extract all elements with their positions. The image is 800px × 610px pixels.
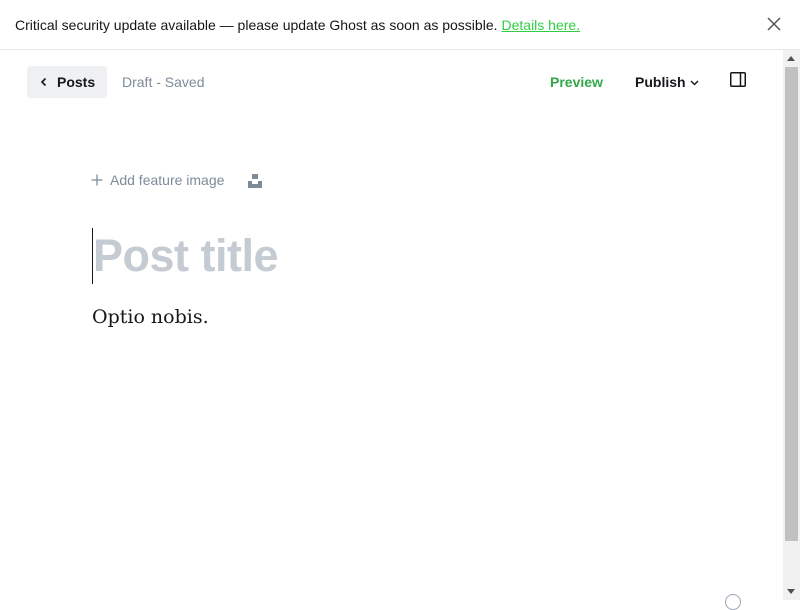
unsplash-icon[interactable] [248, 174, 262, 188]
plus-icon [91, 174, 103, 186]
preview-button[interactable]: Preview [550, 74, 603, 90]
post-title-input[interactable]: Post title [93, 230, 279, 282]
draft-status: Draft - Saved [122, 74, 205, 90]
post-body-editor[interactable]: Optio nobis. [92, 306, 209, 328]
security-alert-banner: Critical security update available — ple… [0, 0, 800, 50]
help-icon[interactable] [725, 594, 741, 610]
scrollbar[interactable] [783, 50, 800, 600]
scroll-down-arrow[interactable] [787, 589, 795, 594]
chevron-down-icon [690, 80, 699, 86]
back-to-posts-button[interactable]: Posts [27, 66, 108, 98]
back-button-label: Posts [57, 74, 96, 90]
publish-menu-button[interactable]: Publish [635, 74, 699, 90]
alert-message: Critical security update available — ple… [15, 16, 498, 33]
feature-image-label: Add feature image [110, 172, 225, 188]
scroll-up-arrow[interactable] [787, 56, 795, 61]
chevron-left-icon [40, 77, 47, 87]
add-feature-image-button[interactable]: Add feature image [91, 172, 224, 188]
editor-header: Posts Draft - Saved Preview Publish [0, 50, 783, 114]
scroll-thumb[interactable] [785, 67, 798, 541]
close-icon[interactable] [766, 16, 782, 32]
publish-label: Publish [635, 74, 686, 90]
alert-details-link[interactable]: Details here. [502, 17, 581, 33]
sidebar-toggle-icon[interactable] [730, 72, 746, 87]
